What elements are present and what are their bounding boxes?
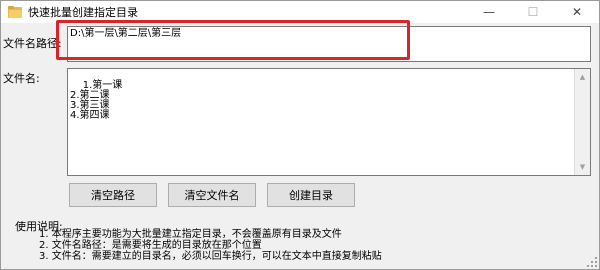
- app-window: 快速批量创建指定目录 — ☐ ✕ 文件名路径: D:\第一层\第二层\第三层 文…: [0, 0, 600, 270]
- create-directory-button[interactable]: 创建目录: [267, 183, 355, 207]
- scroll-down-arrow-icon[interactable]: ▼: [575, 159, 590, 175]
- usage-line-3: 3. 文件名：需要建立的目录名，必须以回车换行，可以在文本中直接复制粘贴: [39, 251, 382, 262]
- minimize-button[interactable]: —: [467, 1, 511, 23]
- resize-grip-icon[interactable]: [587, 257, 597, 267]
- scroll-up-arrow-icon[interactable]: ▲: [575, 69, 590, 85]
- clear-path-button[interactable]: 清空路径: [69, 183, 157, 207]
- path-input[interactable]: D:\第一层\第二层\第三层: [67, 26, 591, 62]
- maximize-button[interactable]: ☐: [511, 1, 555, 23]
- filenames-label: 文件名:: [3, 72, 40, 85]
- close-button[interactable]: ✕: [555, 1, 599, 23]
- vertical-scrollbar[interactable]: ▲ ▼: [574, 69, 590, 175]
- usage-line-2: 2. 文件名路径：是需要将生成的目录放在那个位置: [39, 240, 262, 251]
- folder-icon: [8, 6, 22, 18]
- usage-line-1: 1. 本程序主要功能为大批量建立指定目录，不会覆盖原有目录及文件: [39, 229, 342, 240]
- filenames-textarea[interactable]: 1.第一课 2.第二课 3.第三课 4.第四课 ▲ ▼: [67, 68, 591, 176]
- filenames-text: 1.第一课 2.第二课 3.第三课 4.第四课: [70, 80, 123, 121]
- window-title: 快速批量创建指定目录: [28, 6, 138, 19]
- clear-filenames-button[interactable]: 清空文件名: [168, 183, 256, 207]
- path-label: 文件名路径:: [3, 37, 62, 50]
- title-bar[interactable]: 快速批量创建指定目录 — ☐ ✕: [1, 1, 599, 23]
